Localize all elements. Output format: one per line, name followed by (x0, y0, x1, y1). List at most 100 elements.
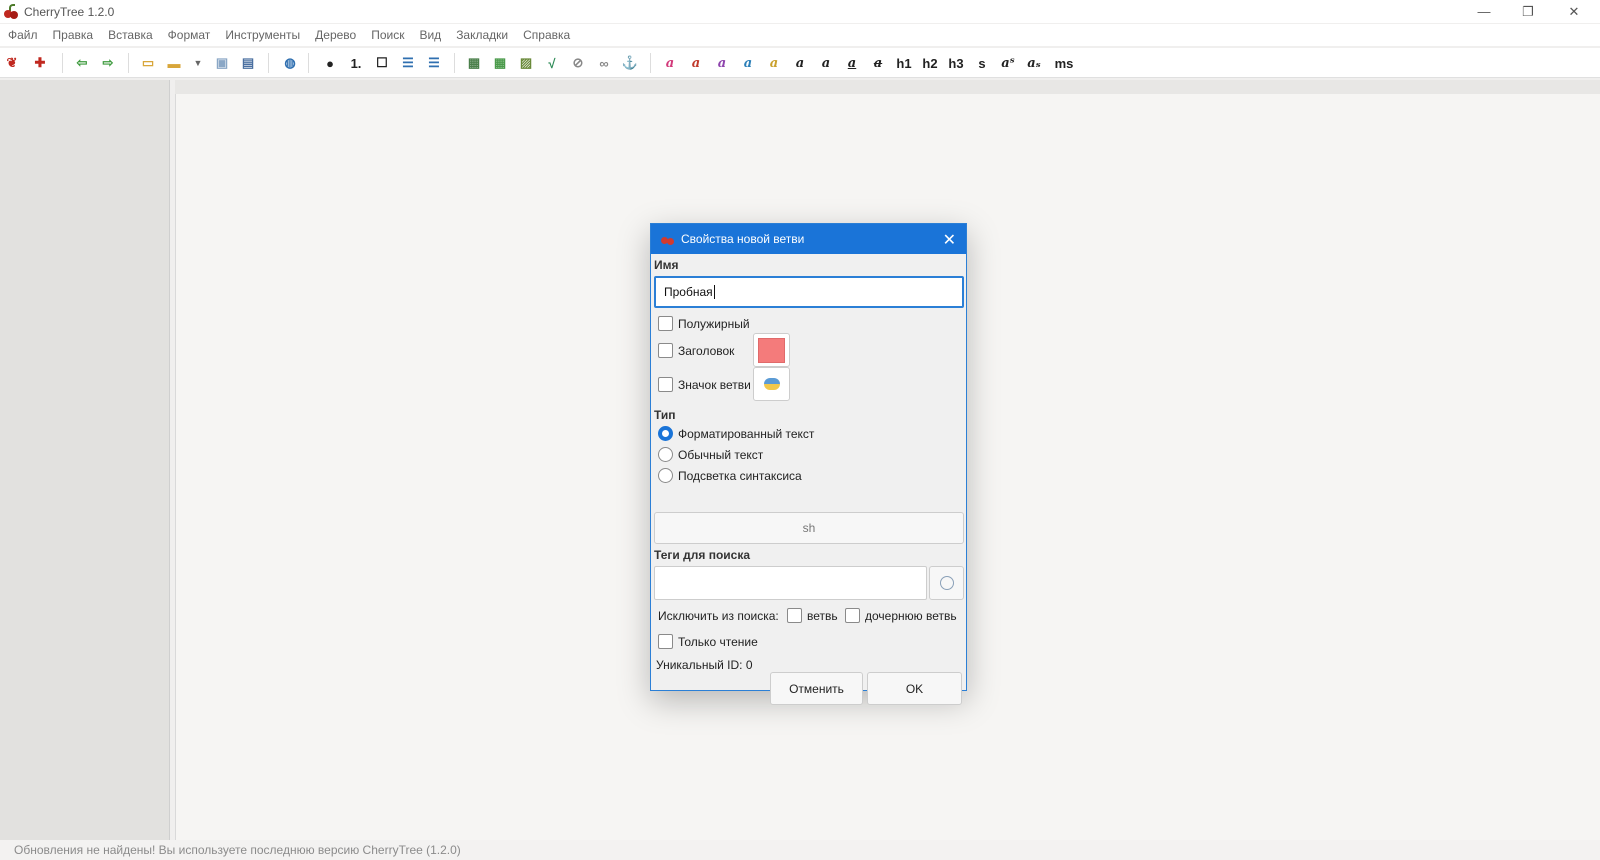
insert-table-icon[interactable]: ▦ (490, 53, 510, 73)
underline-icon[interactable]: a (842, 53, 862, 73)
menu-file[interactable]: Файл (8, 28, 38, 42)
new-document-icon[interactable]: ▭ (138, 53, 158, 73)
ok-button[interactable]: OK (867, 672, 962, 705)
add-node-icon[interactable]: ❦ (2, 53, 22, 73)
unindent-icon[interactable]: ☰ (424, 53, 444, 73)
type-syntax-highlight-label: Подсветка синтаксиса (678, 469, 802, 483)
export-icon[interactable]: ▤ (238, 53, 258, 73)
menu-format[interactable]: Формат (168, 28, 211, 42)
heading-label: Заголовок (678, 344, 735, 358)
text-caret (713, 285, 715, 299)
exclude-label: Исключить из поиска: (658, 609, 779, 623)
menu-search[interactable]: Поиск (371, 28, 404, 42)
italic-icon[interactable]: a (816, 53, 836, 73)
insert-link-icon[interactable]: ∞ (594, 53, 614, 73)
heading1-button[interactable]: h1 (894, 53, 914, 73)
browse-tags-button[interactable] (929, 566, 964, 600)
type-rich-text-radio[interactable] (658, 426, 673, 441)
link-color-icon[interactable]: a (738, 53, 758, 73)
save-icon[interactable]: ▣ (212, 53, 232, 73)
window-title: CherryTree 1.2.0 (24, 4, 115, 19)
heading-color-button[interactable] (753, 333, 790, 367)
menu-edit[interactable]: Правка (53, 28, 94, 42)
toolbar-separator (128, 53, 129, 73)
title-bar: CherryTree 1.2.0 — ❐ ✕ (0, 0, 1600, 23)
new-node-properties-dialog: Свойства новой ветви ✕ Имя Пробная Полуж… (650, 223, 967, 705)
go-forward-icon[interactable]: ⇨ (98, 53, 118, 73)
superscript-button[interactable]: aˢ (998, 53, 1018, 73)
numbered-list-icon[interactable]: 1. (346, 53, 366, 73)
bold-label: Полужирный (678, 317, 750, 331)
insert-attachment-icon[interactable]: ⊘ (568, 53, 588, 73)
minimize-button[interactable]: — (1462, 0, 1506, 23)
toolbar-separator (268, 53, 269, 73)
bold-icon[interactable]: a (790, 53, 810, 73)
syntax-language-button[interactable]: sh (654, 512, 964, 544)
go-back-icon[interactable]: ⇦ (72, 53, 92, 73)
insert-image-icon[interactable]: ▦ (464, 53, 484, 73)
cancel-button[interactable]: Отменить (770, 672, 863, 705)
insert-anchor-icon[interactable]: ⚓ (620, 53, 640, 73)
cherrytree-app-icon (3, 3, 19, 20)
exclude-node-label: ветвь (807, 609, 838, 623)
monospace-button[interactable]: ms (1050, 53, 1078, 73)
tree-pane[interactable] (0, 80, 170, 840)
menu-help[interactable]: Справка (523, 28, 570, 42)
type-syntax-highlight-radio[interactable] (658, 468, 673, 483)
open-folder-icon[interactable]: ▬ (164, 53, 184, 73)
foreground-color-icon[interactable]: a (686, 53, 706, 73)
toolbar-separator (454, 53, 455, 73)
exclude-node-checkbox[interactable] (787, 608, 802, 623)
node-icon-checkbox[interactable] (658, 377, 673, 392)
menu-bookmarks[interactable]: Закладки (456, 28, 508, 42)
cancel-button-label: Отменить (789, 681, 844, 696)
small-button[interactable]: s (972, 53, 992, 73)
toolbar-separator (308, 53, 309, 73)
heading-checkbox[interactable] (658, 343, 673, 358)
close-window-button[interactable]: ✕ (1552, 0, 1596, 23)
background-color-icon[interactable]: a (712, 53, 732, 73)
menu-view[interactable]: Вид (419, 28, 441, 42)
strikethrough-icon[interactable]: a (868, 53, 888, 73)
bulleted-list-icon[interactable]: ● (320, 53, 340, 73)
insert-codebox-icon[interactable]: ▨ (516, 53, 536, 73)
find-icon[interactable]: ◍ (280, 53, 300, 73)
indent-icon[interactable]: ☰ (398, 53, 418, 73)
heading-color-swatch (758, 337, 785, 363)
restore-button[interactable]: ❐ (1506, 0, 1550, 23)
toolbar-separator (650, 53, 651, 73)
subscript-button[interactable]: aₛ (1024, 53, 1044, 73)
menu-bar: Файл Правка Вставка Формат Инструменты Д… (0, 24, 1600, 46)
exclude-children-checkbox[interactable] (845, 608, 860, 623)
menu-tree[interactable]: Дерево (315, 28, 356, 42)
menu-tools[interactable]: Инструменты (225, 28, 300, 42)
read-only-checkbox[interactable] (658, 634, 673, 649)
text-pane-header (175, 80, 1600, 94)
recent-dropdown-icon[interactable]: ▼ (188, 53, 208, 73)
name-label: Имя (654, 258, 679, 272)
type-plain-text-radio[interactable] (658, 447, 673, 462)
dialog-title-bar: Свойства новой ветви ✕ (651, 224, 966, 254)
node-name-value: Пробная (664, 285, 713, 299)
dialog-close-icon[interactable]: ✕ (943, 230, 956, 250)
node-icon-label: Значок ветви (678, 378, 751, 392)
insert-latex-icon[interactable]: √ (542, 53, 562, 73)
read-only-label: Только чтение (678, 635, 758, 649)
node-name-input[interactable]: Пробная (654, 276, 964, 308)
cherry-icon (661, 232, 675, 246)
exclude-children-label: дочернюю ветвь (865, 609, 957, 623)
node-icon-button[interactable] (753, 367, 790, 401)
bold-checkbox[interactable] (658, 316, 673, 331)
todo-list-icon[interactable]: ☐ (372, 53, 392, 73)
heading3-button[interactable]: h3 (946, 53, 966, 73)
menu-insert[interactable]: Вставка (108, 28, 153, 42)
heading2-button[interactable]: h2 (920, 53, 940, 73)
add-subnode-icon[interactable]: ✚ (30, 53, 50, 73)
type-rich-text-label: Форматированный текст (678, 427, 815, 441)
highlight-icon[interactable]: a (764, 53, 784, 73)
tags-input[interactable] (654, 566, 927, 600)
type-label: Тип (654, 408, 676, 422)
status-bar: Обновления не найдены! Вы используете по… (0, 840, 1600, 860)
dialog-title: Свойства новой ветви (681, 232, 805, 246)
clear-formatting-icon[interactable]: a (660, 53, 680, 73)
